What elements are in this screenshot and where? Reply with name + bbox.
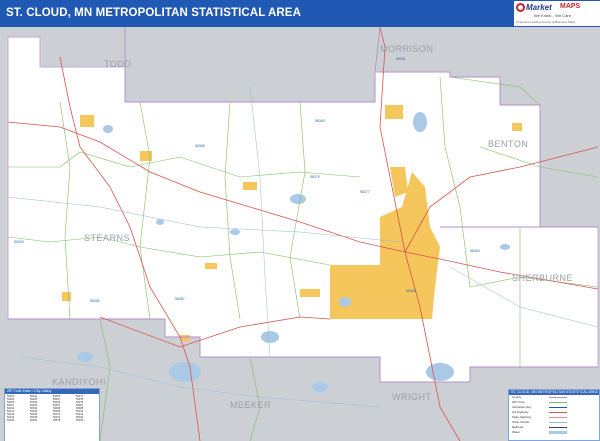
urban-small-6 (205, 263, 217, 269)
zip-index-col-3: 56356 56357 56362 56367 56368 56369 56373 563… (53, 395, 61, 422)
urban-small-4 (300, 289, 320, 297)
map-page: ST. CLOUD, MN METROPOLITAN STATISTICAL A… (0, 0, 600, 441)
lake-8 (103, 125, 113, 133)
county-label-stearns: STEARNS (84, 233, 131, 243)
lake-11 (500, 244, 510, 250)
lake-7 (426, 363, 454, 381)
zip-label: 56320 (14, 240, 24, 244)
county-label-benton: BENTON (488, 139, 529, 149)
county-label-wright: WRIGHT (392, 392, 432, 402)
zip-label: 56303 (406, 289, 416, 293)
county-label-morrison: MORRISON (380, 44, 434, 54)
title-bar: ST. CLOUD, MN METROPOLITAN STATISTICAL A… (0, 0, 600, 27)
lake-2 (290, 194, 306, 204)
logo-brand-maps: MAPS (560, 3, 581, 10)
lake-12 (77, 352, 93, 362)
lake-1 (413, 112, 427, 132)
zip-index-panel: ZIP Code Index / City Listing 56301 56303… (4, 388, 100, 441)
logo-swirl-icon (516, 3, 525, 12)
zip-label: 56352 (90, 299, 100, 303)
urban-small-2 (140, 151, 152, 161)
zip-label: 56304 (470, 249, 480, 253)
logo-tagline: We Know... We Care. (534, 13, 573, 18)
market-maps-logo: Market MAPS We Know... We Care. America'… (514, 1, 600, 26)
county-label-kandiyohi: KANDIYOHI (52, 377, 107, 387)
lake-4 (261, 331, 279, 343)
urban-small-5 (62, 292, 71, 301)
zip-index-col-2: 56321 56325 56329 56330 56333 56335 56340 563… (30, 395, 38, 422)
county-label-todd: TODD (104, 59, 132, 69)
zip-label: 56379 (310, 175, 320, 179)
lake-9 (230, 229, 240, 235)
legend-row-water: Water (509, 430, 599, 435)
lake-3 (339, 297, 351, 307)
page-title: ST. CLOUD, MN METROPOLITAN STATISTICAL A… (6, 7, 301, 19)
zip-label: 56377 (360, 190, 370, 194)
county-label-sherburne: SHERBURNE (512, 273, 574, 283)
zip-label: 56301 (396, 57, 406, 61)
logo-small-text: America's Leading Source of Business Map… (516, 20, 576, 24)
county-label-meeker: MEEKER (230, 400, 272, 410)
map-canvas[interactable]: TODD MORRISON BENTON STEARNS SHERBURNE K… (0, 27, 600, 441)
zip-index-col-1: 56301 56303 56304 56307 56310 56312 56314 563… (7, 395, 15, 422)
zip-label: 56387 (175, 297, 185, 301)
urban-small-1 (80, 115, 94, 127)
zip-label: 56368 (195, 144, 205, 148)
zip-label: 56340 (315, 119, 325, 123)
lake-5 (169, 362, 201, 382)
urban-small-8 (512, 123, 522, 131)
logo-brand: Market (526, 3, 552, 12)
urban-small-3 (243, 182, 257, 190)
urban-small-9 (180, 335, 190, 341)
lake-13 (312, 382, 328, 392)
lake-10 (156, 219, 164, 225)
urban-small-7 (385, 105, 403, 119)
zip-index-col-4: 56377 56378 56379 56387 56388 55310 55319 553… (76, 395, 84, 422)
map-legend: ST. CLOUD, MN METROPOLITAN STATISTICAL A… (508, 389, 600, 441)
